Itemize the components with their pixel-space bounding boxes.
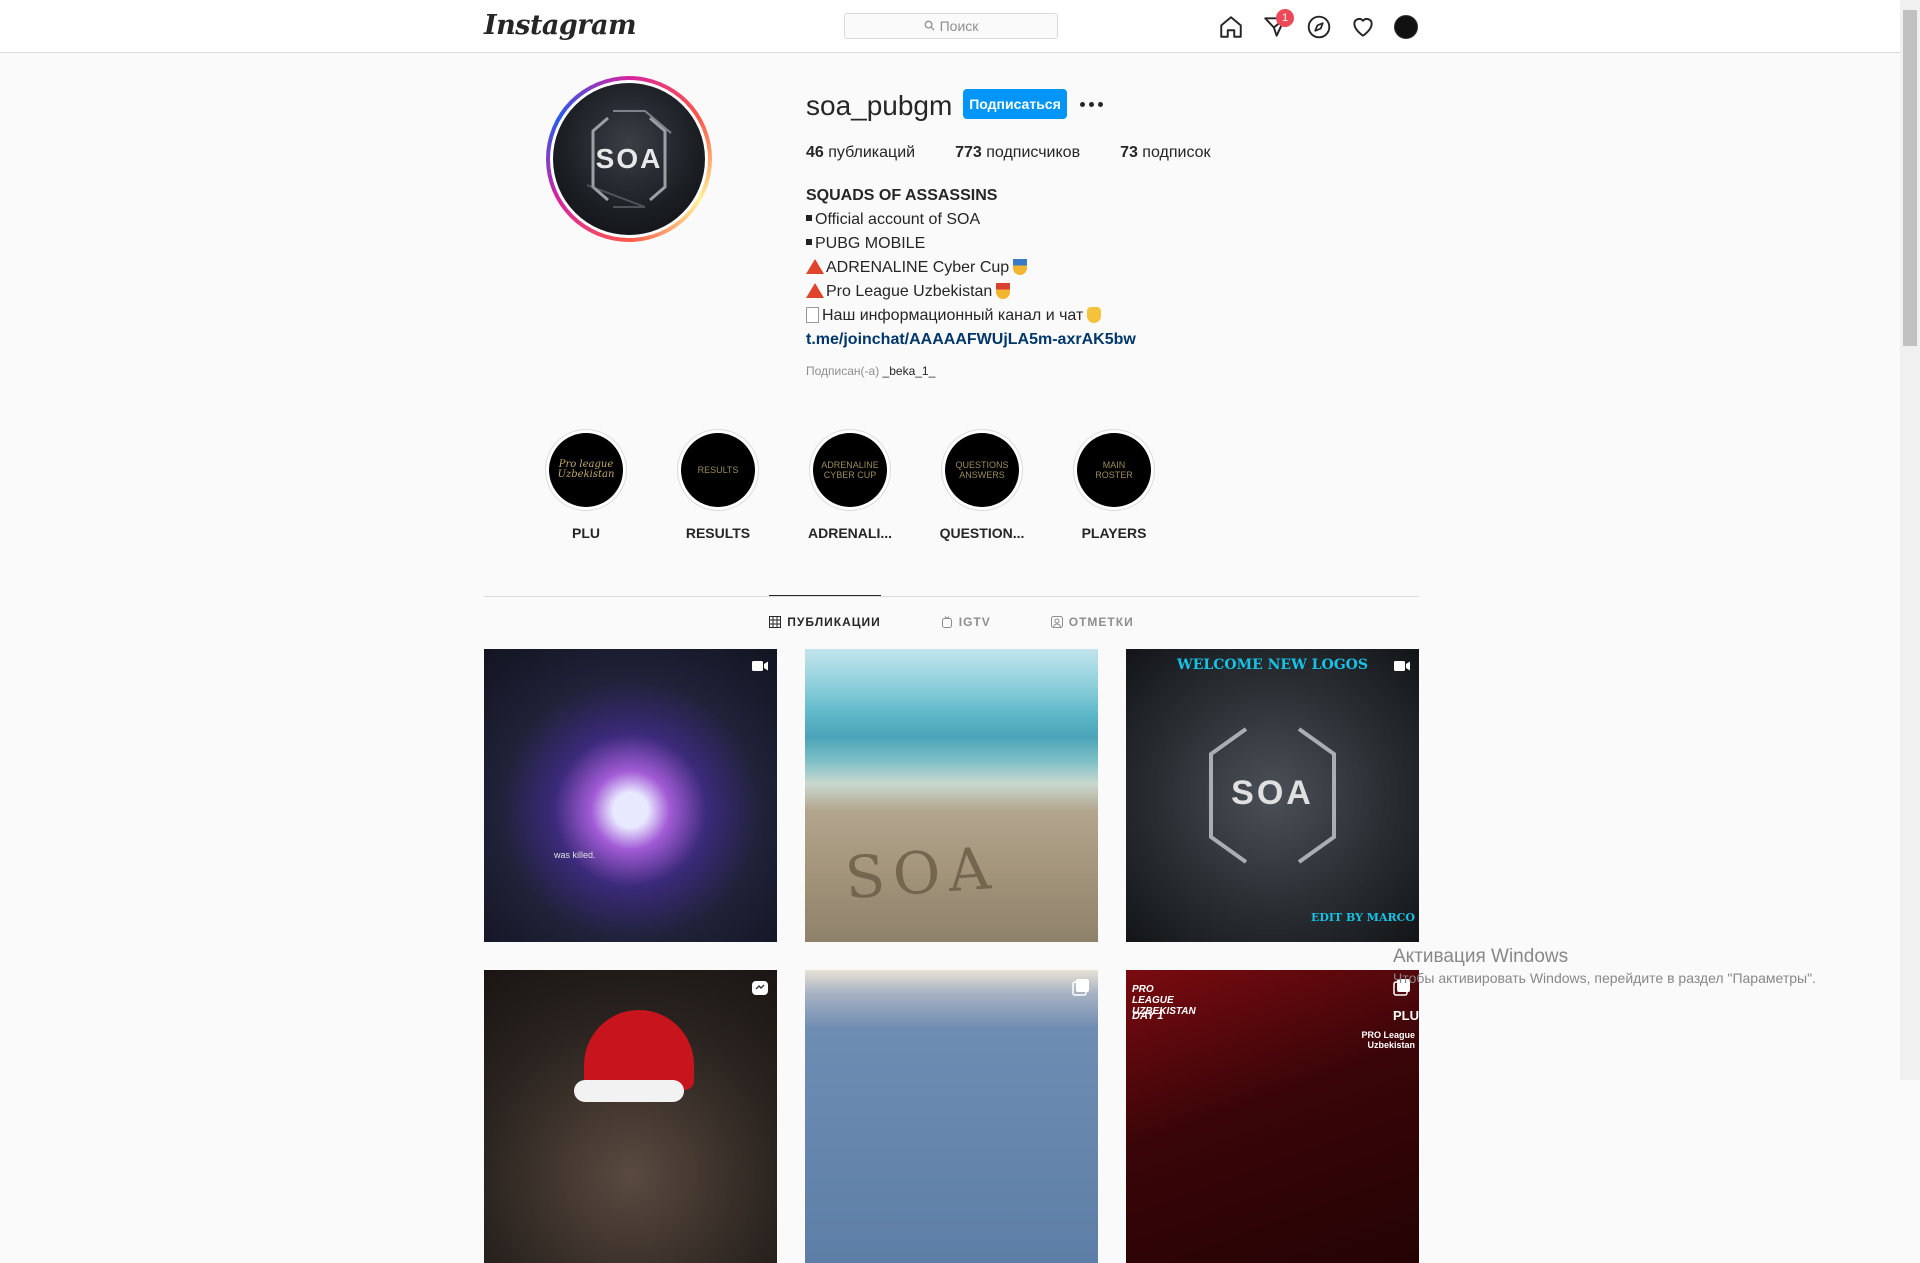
direct-messages-icon[interactable]: 1 — [1262, 9, 1294, 40]
post-logo-text: SOA — [1231, 774, 1314, 812]
bio-title: SQUADS OF ASSASSINS — [806, 187, 998, 204]
profile-avatar[interactable]: SOA — [546, 76, 712, 242]
pointing-down-hand-icon — [1087, 307, 1102, 323]
scrollbar-thumb[interactable] — [1903, 10, 1917, 346]
tab-tagged[interactable]: ОТМЕТКИ — [1050, 596, 1134, 648]
soa-logo-image: SOA — [553, 83, 705, 235]
santa-hat-trim — [574, 1080, 684, 1102]
igtv-icon — [941, 616, 952, 628]
highlight-cover: Pro league Uzbekistan — [549, 433, 623, 507]
warning-triangle-icon — [806, 283, 824, 298]
highlight-results[interactable]: RESULTS RESULTS — [652, 429, 784, 541]
profile-stats: 46 публикаций 773 подписчиков 73 подписо… — [806, 144, 1251, 162]
highlight-label: PLU — [572, 525, 600, 541]
tab-posts[interactable]: ПУБЛИКАЦИИ — [769, 595, 881, 647]
page-scrollbar[interactable] — [1900, 0, 1920, 1080]
highlight-cover: RESULTS — [681, 433, 755, 507]
search-icon — [924, 18, 935, 34]
grid-icon — [769, 615, 782, 628]
square-bullet-icon — [806, 239, 812, 245]
highlight-label: QUESTION... — [939, 525, 1025, 541]
windows-activation-watermark: Активация Windows Чтобы активировать Win… — [1393, 946, 1816, 986]
profile-username: soa_pubgm — [806, 90, 953, 121]
bio-line: ADRENALINE Cyber Cup — [826, 259, 1010, 276]
post-brand-text: PLU — [1393, 1008, 1419, 1023]
highlight-cover: QUESTIONS ANSWERS — [945, 433, 1019, 507]
search-placeholder: Поиск — [939, 18, 979, 34]
followers-count[interactable]: 773 подписчиков — [955, 144, 1080, 162]
profile-bio: SQUADS OF ASSASSINS Official account of … — [806, 184, 1136, 352]
notification-badge: 1 — [1276, 9, 1294, 27]
post-overlay-text: SOA — [842, 833, 1001, 913]
avatar-logo-text: SOA — [595, 143, 663, 174]
highlight-questions[interactable]: QUESTIONS ANSWERS QUESTION... — [916, 429, 1048, 541]
video-icon — [752, 661, 768, 671]
post-overlay-text: WELCOME NEW LOGOS — [1177, 657, 1368, 673]
post-thumbnail[interactable] — [484, 970, 777, 1263]
memo-icon — [806, 307, 819, 323]
highlight-adrenaline[interactable]: ADRENALINE CYBER CUP ADRENALI... — [784, 429, 916, 541]
highlight-label: ADRENALI... — [808, 525, 892, 541]
igtv-icon — [752, 981, 768, 995]
highlight-label: PLAYERS — [1081, 525, 1147, 541]
highlight-plu[interactable]: Pro league Uzbekistan PLU — [520, 429, 652, 541]
bio-line: PUBG MOBILE — [815, 235, 926, 252]
story-highlights: Pro league Uzbekistan PLU RESULTS RESULT… — [520, 429, 1180, 541]
posts-count: 46 публикаций — [806, 144, 916, 161]
instagram-logo[interactable]: Instagram — [484, 10, 637, 41]
post-thumbnail[interactable]: was killed. — [484, 649, 777, 942]
post-credit-text: EDIT BY MARCO — [1310, 911, 1415, 924]
tagged-icon — [1050, 616, 1063, 628]
search-input[interactable]: Поиск — [844, 13, 1058, 39]
follow-button[interactable]: Подписаться — [963, 89, 1067, 119]
warning-triangle-icon — [806, 259, 824, 274]
highlight-players[interactable]: MAIN ROSTER PLAYERS — [1048, 429, 1180, 541]
profile-tabs: ПУБЛИКАЦИИ IGTV ОТМЕТКИ — [484, 595, 1419, 648]
post-thumbnail[interactable] — [805, 970, 1098, 1263]
post-thumbnail[interactable]: WELCOME NEW LOGOS SOA EDIT BY MARCO — [1126, 649, 1419, 942]
post-thumbnail[interactable]: SOA — [805, 649, 1098, 942]
bio-line: Наш информационный канал и чат — [822, 307, 1084, 324]
post-brand-subtext: PRO League Uzbekistan — [1361, 1030, 1415, 1050]
medal-icon — [1013, 259, 1028, 275]
more-options-icon[interactable] — [1078, 92, 1104, 116]
home-icon[interactable] — [1218, 14, 1244, 40]
santa-hat-shape — [584, 1010, 694, 1090]
highlight-cover: MAIN ROSTER — [1077, 433, 1151, 507]
explore-compass-icon[interactable] — [1306, 14, 1332, 40]
user-avatar-icon[interactable] — [1394, 15, 1418, 39]
followed-by[interactable]: Подписан(-а) _beka_1_ — [806, 364, 935, 378]
highlight-cover: ADRENALINE CYBER CUP — [813, 433, 887, 507]
following-count[interactable]: 73 подписок — [1120, 144, 1210, 162]
carousel-icon — [1072, 979, 1089, 996]
bio-link[interactable]: t.me/joinchat/AAAAAFWUjLA5m-axrAK5bw — [806, 328, 1136, 352]
medal-icon — [996, 283, 1011, 299]
bio-line: Pro League Uzbekistan — [826, 283, 993, 300]
bio-line: Official account of SOA — [815, 211, 981, 228]
post-overlay-text: was killed. — [554, 850, 596, 860]
post-day-text: DAY 1 — [1132, 1010, 1164, 1022]
top-navigation-bar: Instagram Поиск 1 — [0, 0, 1900, 53]
highlight-label: RESULTS — [685, 525, 751, 541]
post-thumbnail[interactable]: PRO LEAGUE UZBEKISTAN DAY 1 PLU PRO Leag… — [1126, 970, 1419, 1263]
tab-igtv[interactable]: IGTV — [941, 596, 991, 648]
square-bullet-icon — [806, 215, 812, 221]
activity-heart-icon[interactable] — [1350, 14, 1376, 40]
